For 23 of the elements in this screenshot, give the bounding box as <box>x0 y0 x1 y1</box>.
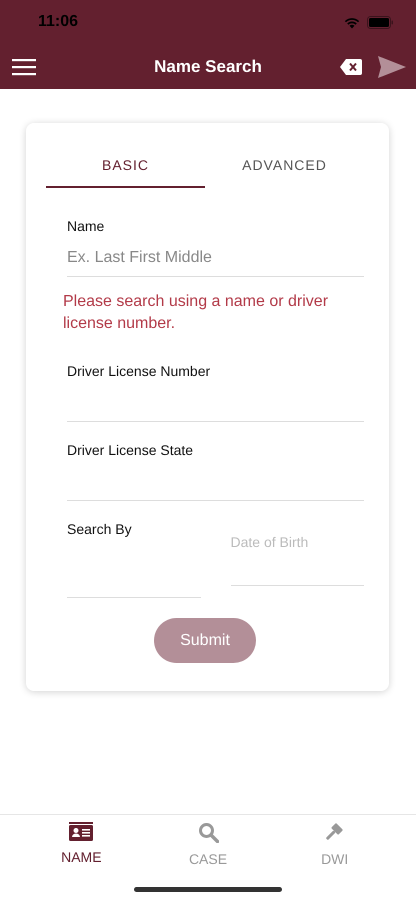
field-label: Driver License State <box>67 442 194 458</box>
field-label: Name <box>67 218 106 234</box>
menu-button[interactable] <box>12 58 36 76</box>
send-button[interactable] <box>378 56 406 78</box>
field-label: Search By <box>67 521 133 537</box>
name-field[interactable]: Ex. Last First Middle <box>67 242 364 277</box>
clear-button[interactable] <box>340 58 362 74</box>
tab[interactable]: BASIC <box>46 143 205 188</box>
menu-icon <box>12 58 36 76</box>
wifi-icon <box>343 16 361 28</box>
battery-icon <box>367 16 394 28</box>
status-time: 11:06 <box>38 13 78 31</box>
id-card-icon <box>69 822 94 841</box>
date-of-birth-field[interactable]: Date of Birth <box>230 521 364 586</box>
search-icon <box>198 822 218 843</box>
tab[interactable]: ADVANCED <box>205 143 364 188</box>
screen-title: Name Search <box>154 56 262 76</box>
backspace-icon <box>340 58 362 74</box>
send-icon <box>378 56 406 78</box>
error-message: Please search using a name or driver license number. <box>63 292 330 334</box>
nav-tab[interactable]: NAME <box>18 815 145 873</box>
gavel-icon <box>324 822 346 843</box>
field-label: Driver License Number <box>67 363 212 379</box>
